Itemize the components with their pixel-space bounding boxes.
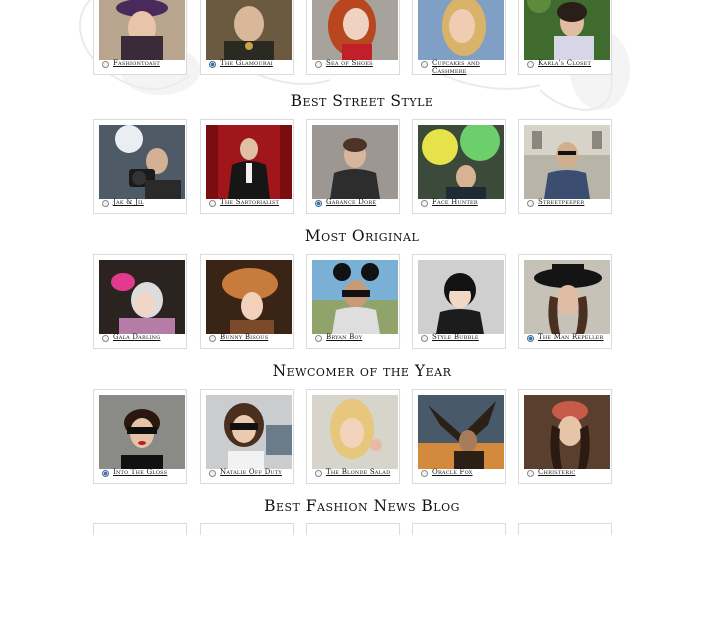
- nominee-row-newcomer: Into The Gloss Natalie Off Duty The Blon…: [93, 389, 623, 489]
- nominee-photo: [99, 0, 185, 60]
- vote-radio[interactable]: [209, 61, 216, 68]
- vote-radio[interactable]: [209, 200, 216, 207]
- nominee-photo: [99, 125, 185, 199]
- nominee-photo: [312, 395, 398, 469]
- nominee-label[interactable]: Bunny Bisous: [220, 333, 268, 341]
- nominee-card[interactable]: Streetpeeper: [518, 119, 612, 214]
- vote-radio[interactable]: [102, 61, 109, 68]
- nominee-label[interactable]: Jak & Jil: [113, 198, 144, 206]
- nominee-photo: [99, 395, 185, 469]
- nominee-card[interactable]: Bunny Bisous: [200, 254, 294, 349]
- nominee-card[interactable]: [518, 523, 612, 535]
- nominee-label[interactable]: The Man Repeller: [538, 333, 603, 341]
- vote-radio[interactable]: [315, 200, 322, 207]
- nominee-card[interactable]: The Sartorialist: [200, 119, 294, 214]
- nominee-card[interactable]: Fashiontoast: [93, 0, 187, 75]
- nominee-card[interactable]: Karla's Closet: [518, 0, 612, 75]
- vote-radio[interactable]: [421, 200, 428, 207]
- section-title: Newcomer of the Year: [272, 362, 452, 380]
- nominee-card[interactable]: Oracle Fox: [412, 389, 506, 484]
- nominee-row-most-original: Gala Darling Bunny Bisous Bryan Boy Styl…: [93, 254, 623, 354]
- vote-radio[interactable]: [527, 200, 534, 207]
- nominee-label[interactable]: Natalie Off Duty: [220, 468, 282, 476]
- section-title: Best Street Style: [290, 92, 434, 110]
- nominee-photo: [418, 260, 504, 334]
- nominee-card[interactable]: Bryan Boy: [306, 254, 400, 349]
- nominee-card[interactable]: The Blonde Salad: [306, 389, 400, 484]
- nominee-card[interactable]: Christeric: [518, 389, 612, 484]
- nominee-photo: [206, 260, 292, 334]
- vote-radio[interactable]: [102, 335, 109, 342]
- nominee-card[interactable]: Cupcakes and Cashmere: [412, 0, 506, 75]
- nominee-photo: [524, 395, 610, 469]
- vote-radio[interactable]: [209, 335, 216, 342]
- nominee-photo: [312, 0, 398, 60]
- section-title: Best Fashion News Blog: [264, 497, 460, 515]
- nominee-label[interactable]: Garance Doré: [326, 198, 376, 206]
- nominee-row-best-personal-style: Fashiontoast The Glamourai Sea of Shoes: [93, 0, 623, 80]
- vote-radio[interactable]: [527, 470, 534, 477]
- vote-radio[interactable]: [421, 335, 428, 342]
- nominee-photo: [206, 125, 292, 199]
- vote-radio[interactable]: [209, 470, 216, 477]
- nominee-card[interactable]: The Man Repeller: [518, 254, 612, 349]
- nominee-photo: [418, 395, 504, 469]
- nominee-photo: [312, 125, 398, 199]
- nominee-label[interactable]: Fashiontoast: [113, 59, 160, 67]
- nominee-card[interactable]: [93, 523, 187, 535]
- nominee-label[interactable]: The Glamourai: [220, 59, 273, 67]
- nominee-label[interactable]: Gala Darling: [113, 333, 160, 341]
- nominee-card[interactable]: The Glamourai: [200, 0, 294, 75]
- vote-radio[interactable]: [102, 470, 109, 477]
- nominee-photo: [206, 0, 292, 60]
- nominee-card[interactable]: Style Bubble: [412, 254, 506, 349]
- nominee-label[interactable]: Cupcakes and Cashmere: [432, 59, 505, 75]
- nominee-photo: [418, 125, 504, 199]
- nominee-label[interactable]: Streetpeeper: [538, 198, 584, 206]
- vote-radio[interactable]: [421, 61, 428, 68]
- nominee-card[interactable]: [200, 523, 294, 535]
- nominee-photo: [312, 260, 398, 334]
- nominee-photo: [524, 0, 610, 60]
- nominee-card[interactable]: Garance Doré: [306, 119, 400, 214]
- nominee-photo: [206, 395, 292, 469]
- vote-radio[interactable]: [421, 470, 428, 477]
- nominee-card[interactable]: [306, 523, 400, 535]
- nominee-label[interactable]: Style Bubble: [432, 333, 479, 341]
- vote-radio[interactable]: [527, 61, 534, 68]
- nominee-label[interactable]: Karla's Closet: [538, 59, 591, 67]
- nominee-label[interactable]: Oracle Fox: [432, 468, 473, 476]
- nominee-label[interactable]: The Blonde Salad: [326, 468, 390, 476]
- nominee-photo: [524, 125, 610, 199]
- vote-radio[interactable]: [527, 335, 534, 342]
- nominee-label[interactable]: The Sartorialist: [220, 198, 279, 206]
- nominee-photo: [418, 0, 504, 60]
- nominee-label[interactable]: Christeric: [538, 468, 575, 476]
- nominee-label[interactable]: Bryan Boy: [326, 333, 362, 341]
- vote-radio[interactable]: [315, 470, 322, 477]
- nominee-row-best-fashion-news: [93, 523, 623, 623]
- nominee-card[interactable]: Natalie Off Duty: [200, 389, 294, 484]
- nominee-card[interactable]: Gala Darling: [93, 254, 187, 349]
- nominee-card[interactable]: Sea of Shoes: [306, 0, 400, 75]
- nominee-label[interactable]: Sea of Shoes: [326, 59, 373, 67]
- nominee-card[interactable]: Into The Gloss: [93, 389, 187, 484]
- nominee-card[interactable]: [412, 523, 506, 535]
- voting-page: Fashiontoast The Glamourai Sea of Shoes: [0, 0, 724, 535]
- nominee-card[interactable]: Face Hunter: [412, 119, 506, 214]
- nominee-photo: [99, 260, 185, 334]
- nominee-row-best-street-style: Jak & Jil The Sartorialist Garance Doré: [93, 119, 623, 219]
- vote-radio[interactable]: [315, 335, 322, 342]
- vote-radio[interactable]: [102, 200, 109, 207]
- nominee-card[interactable]: Jak & Jil: [93, 119, 187, 214]
- nominee-photo: [524, 260, 610, 334]
- section-title: Most Original: [304, 227, 420, 245]
- nominee-label[interactable]: Into The Gloss: [113, 468, 167, 476]
- nominee-label[interactable]: Face Hunter: [432, 198, 478, 206]
- vote-radio[interactable]: [315, 61, 322, 68]
